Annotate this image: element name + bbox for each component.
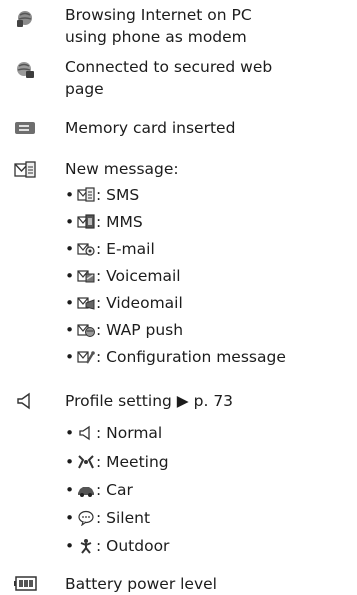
message-type-voicemail-label: : Voicemail <box>96 267 181 285</box>
entry-memory-card-label: Memory card inserted <box>65 119 236 137</box>
battery-icon <box>14 576 37 591</box>
new-message-icon <box>14 161 36 178</box>
list-bullet: • <box>65 240 75 258</box>
message-type-wap-push-label: : WAP push <box>96 321 184 339</box>
message-type-videomail: • : Videomail <box>65 292 183 314</box>
list-bullet: • <box>65 424 75 442</box>
silent-bubble-icon <box>78 510 94 526</box>
list-bullet: • <box>65 481 75 499</box>
entry-new-message-label: New message: <box>65 160 179 178</box>
profile-meeting-label: : Meeting <box>96 453 169 471</box>
normal-speaker-icon <box>79 425 90 441</box>
list-bullet: • <box>65 321 75 339</box>
car-icon <box>78 487 94 497</box>
message-type-email: • : E-mail <box>65 238 155 260</box>
message-type-voicemail: • : Voicemail <box>65 265 181 287</box>
message-type-configuration-label: : Configuration message <box>96 348 286 366</box>
list-bullet: • <box>65 213 75 231</box>
mms-icon <box>77 214 95 229</box>
videomail-icon <box>77 297 95 310</box>
outdoor-person-icon <box>80 539 92 554</box>
profile-car: • : Car <box>65 479 133 501</box>
entry-browsing-line2: using phone as modem <box>65 28 247 46</box>
list-bullet: • <box>65 267 75 285</box>
sms-icon <box>77 187 95 202</box>
message-type-mms-label: : MMS <box>96 213 143 231</box>
list-bullet: • <box>65 294 75 312</box>
entry-secured-line2: page <box>65 80 104 98</box>
message-type-email-label: : E-mail <box>96 240 155 258</box>
profile-meeting: • : Meeting <box>65 451 169 473</box>
message-type-configuration: • : Configuration message <box>65 346 286 368</box>
configuration-icon <box>77 351 95 364</box>
globe-phone-icon <box>17 11 32 27</box>
entry-profile-setting-label: Profile setting ▶ p. 73 <box>65 392 234 410</box>
profile-speaker-icon <box>17 392 30 410</box>
entry-browsing-line1: Browsing Internet on PC <box>65 6 252 24</box>
message-type-mms: • : MMS <box>65 211 143 233</box>
secure-globe-icon <box>17 62 34 78</box>
meeting-icon <box>78 455 94 469</box>
message-type-sms: • : SMS <box>65 184 139 206</box>
memory-card-icon <box>15 122 35 134</box>
email-icon <box>77 243 95 256</box>
wap-push-icon <box>77 324 95 337</box>
profile-outdoor-label: : Outdoor <box>96 537 170 555</box>
entry-battery-label: Battery power level <box>65 575 217 593</box>
list-bullet: • <box>65 186 75 204</box>
list-bullet: • <box>65 453 75 471</box>
voicemail-icon <box>77 270 95 283</box>
profile-normal: • : Normal <box>65 422 162 444</box>
list-bullet: • <box>65 348 75 366</box>
message-type-sms-label: : SMS <box>96 186 140 204</box>
entry-secured-line1: Connected to secured web <box>65 58 273 76</box>
profile-car-label: : Car <box>96 481 133 499</box>
list-bullet: • <box>65 537 75 555</box>
profile-outdoor: • : Outdoor <box>65 535 169 557</box>
message-type-wap-push: • : WAP push <box>65 319 183 341</box>
profile-silent-label: : Silent <box>96 509 151 527</box>
profile-silent: • : Silent <box>65 507 150 529</box>
profile-normal-label: : Normal <box>96 424 163 442</box>
message-type-videomail-label: : Videomail <box>96 294 183 312</box>
list-bullet: • <box>65 509 75 527</box>
